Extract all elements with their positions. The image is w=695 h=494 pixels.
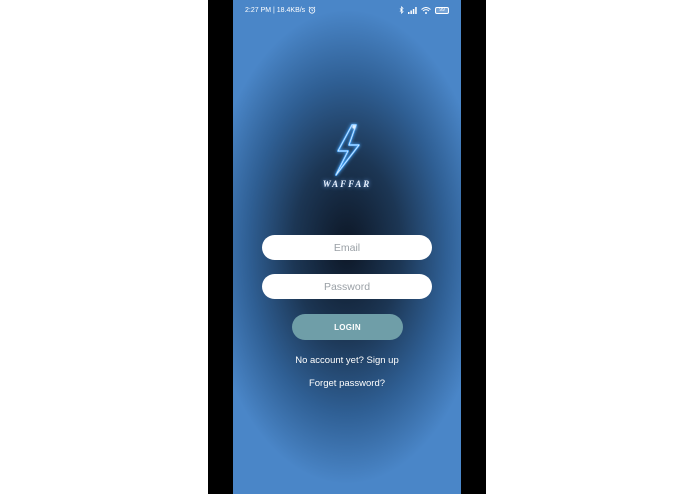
signal-icon [408, 6, 417, 14]
bluetooth-icon [399, 6, 404, 14]
wifi-icon [421, 6, 431, 14]
status-bar: 2:27 PM | 18.4KB/s 99 [233, 0, 461, 20]
signup-link[interactable]: No account yet? Sign up [233, 355, 461, 366]
email-field[interactable] [262, 235, 432, 260]
device-frame-right [461, 0, 486, 494]
alarm-icon [308, 6, 316, 14]
status-right: 99 [399, 6, 449, 14]
logo-wordmark: WAFFAR [322, 179, 372, 189]
app-logo: WAFFAR [233, 122, 461, 198]
battery-icon: 99 [435, 6, 449, 14]
login-button[interactable]: LOGIN [292, 314, 403, 340]
status-time: 2:27 PM | 18.4KB/s [245, 6, 306, 14]
status-left: 2:27 PM | 18.4KB/s [245, 6, 316, 14]
lightning-bolt-icon [335, 124, 360, 176]
device-frame-left [208, 0, 233, 494]
login-screen: 2:27 PM | 18.4KB/s 99 WAFFAR Email LOGIN… [233, 0, 461, 494]
password-field[interactable] [262, 274, 432, 299]
forgot-password-link[interactable]: Forget password? [233, 378, 461, 389]
